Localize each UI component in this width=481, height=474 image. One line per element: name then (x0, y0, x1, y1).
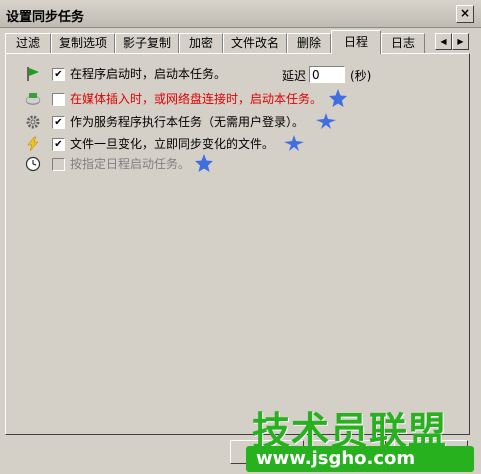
lightning-icon (27, 136, 39, 152)
label-start-on-launch: 在程序启动时，启动本任务。 (70, 67, 227, 81)
tab-encrypt[interactable]: 加密 (179, 33, 223, 54)
delay-input[interactable]: 0 (309, 66, 345, 83)
checkbox-sync-on-change[interactable]: ✔ (52, 138, 65, 151)
media-insert-icon (25, 93, 41, 105)
title-bar: 设置同步任务 × (0, 0, 481, 28)
delay-label: 延迟 (282, 69, 307, 83)
label-scheduled-start: 按指定日程启动任务。 (70, 157, 191, 171)
delay-unit-label: (秒) (350, 69, 372, 83)
highlight-star-icon (195, 154, 213, 172)
green-flag-icon (27, 67, 39, 81)
tab-scroll-right-button[interactable]: ▶ (452, 33, 469, 50)
highlight-star-icon (284, 135, 304, 151)
tab-schedule[interactable]: 日程 (331, 30, 381, 54)
label-start-on-media: 在媒体插入时，或网络盘连接时，启动本任务。 (70, 92, 323, 106)
checkbox-scheduled-start (52, 158, 65, 171)
window-title: 设置同步任务 (6, 10, 85, 25)
highlight-star-icon (329, 89, 347, 107)
label-run-as-service: 作为服务程序执行本任务（无需用户登录）。 (70, 115, 305, 129)
close-button[interactable]: × (456, 5, 474, 23)
tab-shadow-copy[interactable]: 影子复制 (115, 33, 179, 54)
tab-scroll-left-button[interactable]: ◀ (435, 33, 452, 50)
tab-log[interactable]: 日志 (381, 33, 425, 54)
schedule-panel (5, 53, 470, 435)
highlight-star-icon (316, 113, 336, 129)
checkbox-run-as-service[interactable]: ✔ (52, 116, 65, 129)
clock-icon (25, 156, 41, 172)
tab-rename[interactable]: 文件改名 (223, 33, 287, 54)
label-sync-on-change: 文件一旦变化，立即同步变化的文件。 (70, 137, 275, 151)
checkbox-start-on-launch[interactable]: ✔ (52, 68, 65, 81)
tab-delete[interactable]: 删除 (287, 33, 331, 54)
watermark-url: www.jsgho.com (256, 448, 416, 469)
checkbox-start-on-media[interactable] (52, 93, 65, 106)
tab-strip: 过滤 复制选项 影子复制 加密 文件改名 删除 日程 日志 ◀ ▶ (5, 30, 475, 54)
watermark: 技术员联盟 www.jsgho.com (240, 400, 480, 474)
tab-filter[interactable]: 过滤 (5, 33, 51, 54)
tab-copy-options[interactable]: 复制选项 (51, 33, 115, 54)
service-gear-icon (26, 115, 40, 129)
